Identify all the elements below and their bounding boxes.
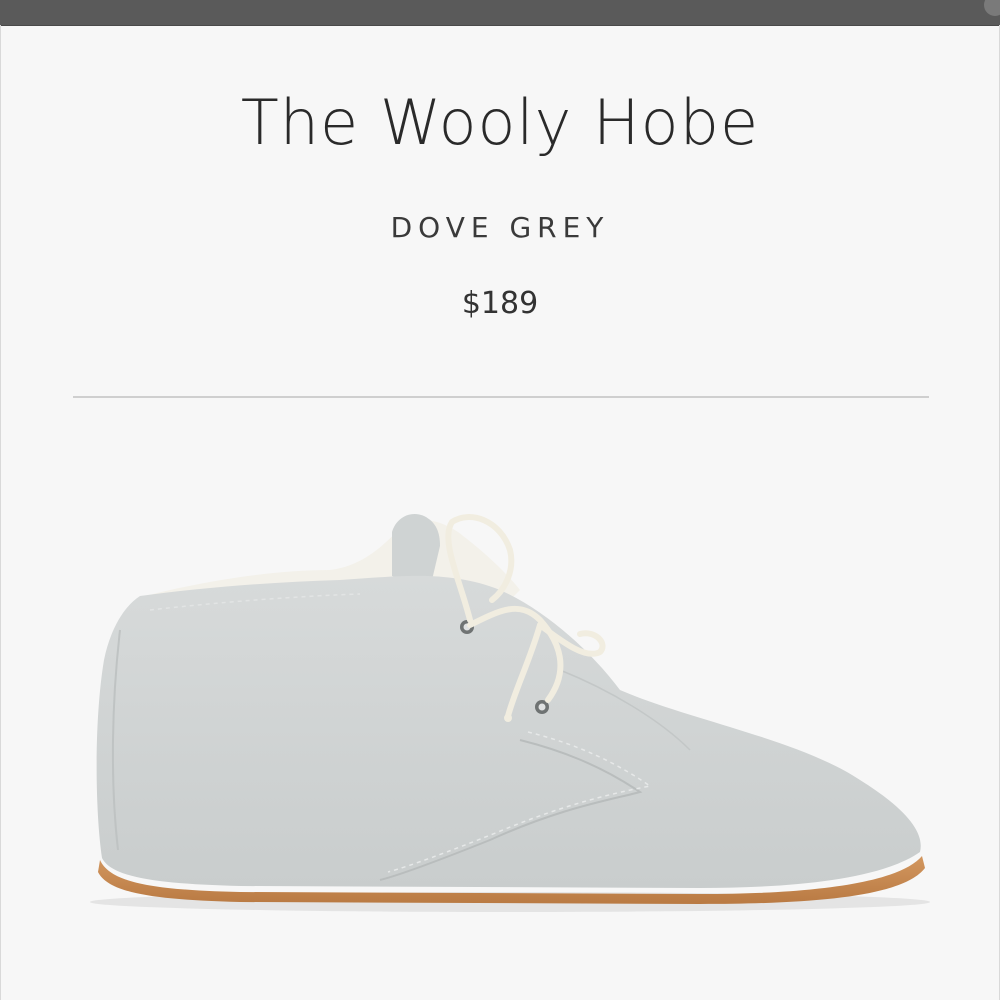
product-price: $189 xyxy=(461,286,539,321)
shoe-lace-tip xyxy=(504,714,512,722)
top-bar xyxy=(0,0,1000,26)
product-color-name: DOVE GREY xyxy=(390,211,610,244)
shoe-upper xyxy=(96,575,921,888)
divider xyxy=(73,396,929,398)
product-image[interactable] xyxy=(0,420,1000,980)
shoe-tongue xyxy=(392,513,440,581)
product-page: The Wooly Hobe DOVE GREY $189 xyxy=(0,0,1000,1000)
top-bar-corner xyxy=(984,0,1000,16)
shoe-eyelet-bottom-inner xyxy=(538,703,546,711)
product-title: The Wooly Hobe xyxy=(240,86,760,159)
